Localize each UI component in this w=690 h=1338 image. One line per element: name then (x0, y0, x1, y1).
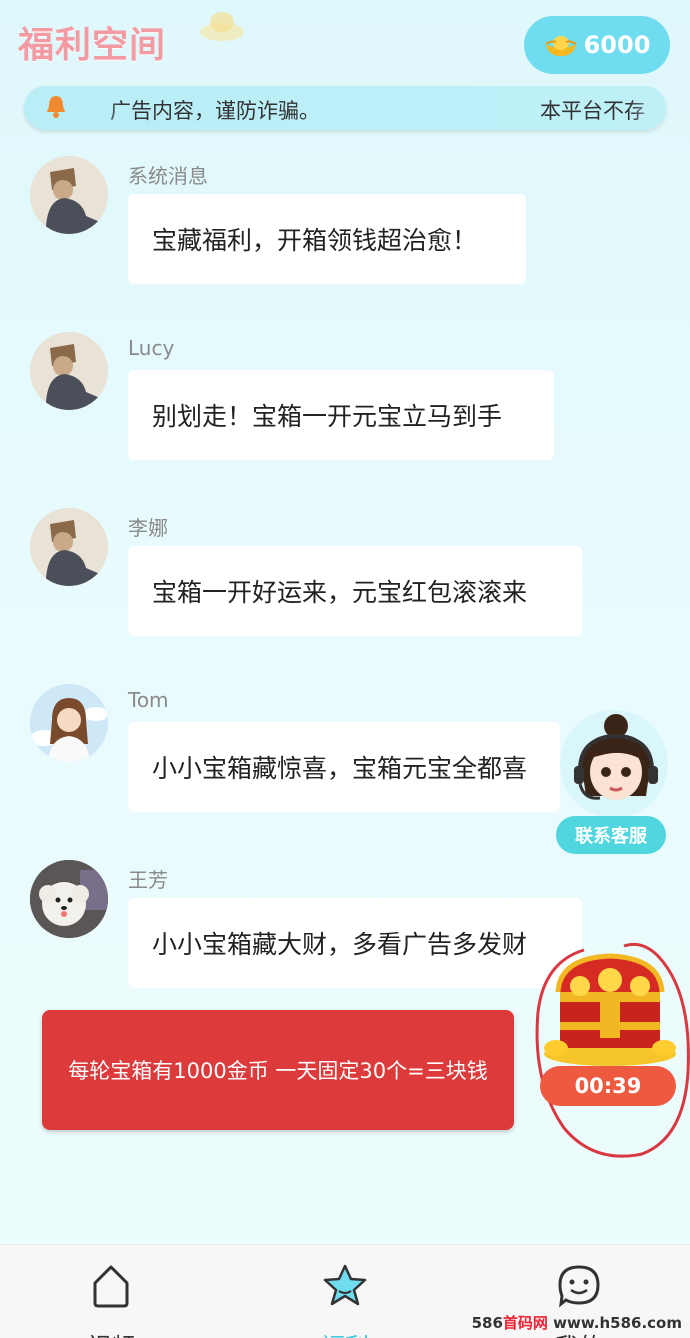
tab-label: 福利 (280, 1327, 410, 1338)
welfare-page: 福利空间 6000 广告内容，谨防诈骗。 本平台不存 系统消息 宝藏福利，开箱领… (0, 0, 690, 1338)
tab-video[interactable]: 视频 (46, 1245, 176, 1338)
reward-info-banner[interactable]: 每轮宝箱有1000金币 一天固定30个=三块钱 (42, 1010, 514, 1130)
tab-welfare[interactable]: 福利 (280, 1245, 410, 1338)
sender-name: 李娜 (128, 516, 168, 540)
message-bubble: 小小宝箱藏惊喜，宝箱元宝全都喜 (128, 722, 560, 812)
coin-balance-value: 6000 (583, 31, 651, 59)
fade-mask (84, 86, 120, 130)
customer-service-avatar (560, 710, 668, 818)
message-bubble: 别划走！宝箱一开元宝立马到手 (128, 370, 554, 460)
site-watermark: 586首码网 www.h586.com (472, 1312, 682, 1333)
treasure-chest-button[interactable]: 00:39 (540, 950, 680, 1110)
headset-agent-icon (560, 710, 668, 818)
sender-name: 系统消息 (128, 164, 208, 188)
treasure-chest-icon (544, 953, 676, 1066)
notice-marquee[interactable]: 广告内容，谨防诈骗。 本平台不存 (24, 86, 666, 130)
watermark-suffix: www.h586.com (547, 1314, 682, 1332)
watermark-prefix: 586 (471, 1314, 503, 1332)
countdown-timer: 00:39 (540, 1066, 676, 1106)
gold-ingot-icon (200, 12, 244, 41)
user-avatar-icon (30, 332, 108, 410)
avatar[interactable] (30, 508, 108, 586)
star-icon (323, 1264, 367, 1306)
fade-mask (630, 86, 666, 130)
message-bubble: 宝藏福利，开箱领钱超治愈！ (128, 194, 526, 284)
coin-balance-pill[interactable]: 6000 (524, 16, 670, 74)
tab-label: 视频 (46, 1327, 176, 1338)
customer-service-button[interactable]: 联系客服 (556, 710, 670, 854)
user-avatar-icon (30, 156, 108, 234)
customer-service-label: 联系客服 (556, 816, 666, 854)
avatar[interactable] (30, 332, 108, 410)
message-bubble: 小小宝箱藏大财，多看广告多发财 (128, 898, 582, 988)
message-bubble: 宝箱一开好运来，元宝红包滚滚来 (128, 546, 582, 636)
user-avatar-icon (30, 508, 108, 586)
bell-icon (47, 96, 65, 118)
gold-ingot-icon (545, 36, 577, 56)
avatar[interactable] (30, 860, 108, 938)
app-logo: 福利空间 (18, 25, 167, 66)
avatar[interactable] (30, 156, 108, 234)
notice-text-left: 广告内容，谨防诈骗。 (110, 99, 320, 123)
watermark-red: 首码网 (502, 1314, 548, 1332)
avatar[interactable] (30, 684, 108, 762)
sender-name: Tom (128, 688, 169, 712)
dog-avatar-icon (30, 860, 108, 938)
sender-name: Lucy (128, 336, 175, 360)
home-icon (93, 1265, 129, 1308)
smile-icon (558, 1265, 600, 1308)
user-avatar-icon (30, 684, 108, 762)
sender-name: 王芳 (128, 868, 168, 892)
